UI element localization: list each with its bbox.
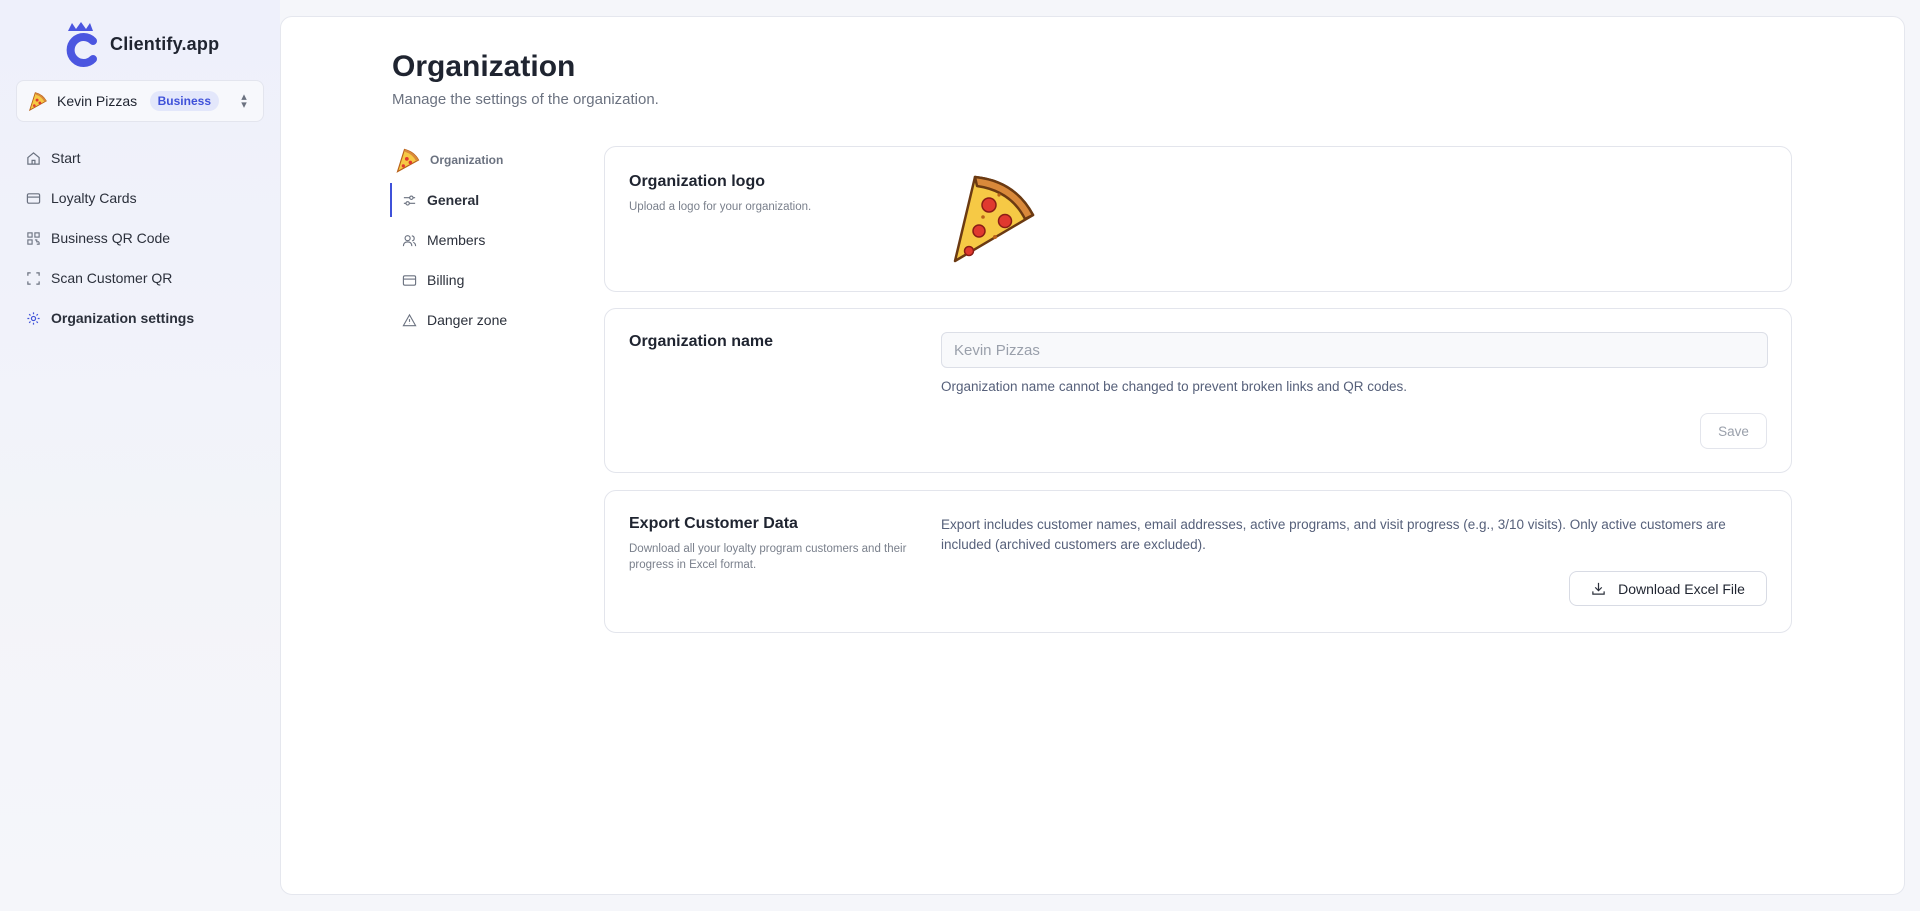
sidebar-item-label: Scan Customer QR — [51, 270, 173, 286]
pizza-icon — [28, 92, 47, 112]
sidebar-item-organization-settings[interactable]: Organization settings — [16, 298, 264, 338]
organization-name-hint: Organization name cannot be changed to p… — [941, 379, 1408, 394]
organization-logo-image[interactable] — [945, 171, 1041, 267]
organization-logo-card: Organization logo Upload a logo for your… — [604, 146, 1792, 292]
org-name: Kevin Pizzas — [57, 93, 138, 109]
card-title: Organization logo — [629, 173, 765, 190]
brand[interactable]: Clientify.app — [16, 0, 264, 88]
card-description: Upload a logo for your organization. — [629, 201, 812, 213]
brand-logo-icon — [66, 22, 97, 67]
sidebar-item-start[interactable]: Start — [16, 138, 264, 178]
download-excel-button[interactable]: Download Excel File — [1569, 571, 1767, 606]
tab-members[interactable]: Members — [390, 223, 570, 257]
save-button[interactable]: Save — [1700, 413, 1767, 449]
page-subtitle: Manage the settings of the organization. — [392, 91, 659, 108]
download-icon — [1592, 582, 1605, 595]
sidebar-item-label: Loyalty Cards — [51, 190, 137, 206]
plan-badge: Business — [149, 91, 219, 111]
subnav-header-label: Organization — [430, 153, 504, 167]
sidebar-item-label: Organization settings — [51, 310, 195, 326]
tab-billing[interactable]: Billing — [390, 263, 570, 297]
card-title: Export Customer Data — [629, 515, 798, 532]
pizza-icon — [396, 148, 420, 173]
page-title: Organization — [392, 50, 576, 83]
home-icon — [27, 151, 40, 165]
brand-name: Clientify.app — [110, 33, 220, 54]
org-switcher[interactable]: Kevin Pizzas Business ▴ ▾ — [16, 80, 264, 122]
subnav-header: Organization — [390, 143, 570, 177]
scan-icon — [27, 271, 40, 285]
card-icon — [26, 192, 41, 204]
tab-general[interactable]: General — [390, 183, 570, 217]
users-icon — [402, 234, 417, 246]
settings-subnav: Organization General Members Billing Dan… — [390, 143, 570, 337]
main-panel: Organization Manage the settings of the … — [280, 16, 1905, 895]
chevron-up-down-icon: ▴ ▾ — [241, 91, 247, 111]
sidebar-nav: Start Loyalty Cards Business QR Code Sca… — [16, 138, 264, 338]
sidebar-item-label: Start — [51, 150, 81, 166]
sidebar-item-loyalty-cards[interactable]: Loyalty Cards — [16, 178, 264, 218]
gear-icon — [27, 311, 40, 325]
organization-name-input[interactable] — [941, 332, 1768, 368]
subnav-item-label: General — [427, 192, 480, 208]
export-customer-data-card: Export Customer Data Download all your l… — [604, 490, 1792, 633]
sidebar-item-scan-qr[interactable]: Scan Customer QR — [16, 258, 264, 298]
sidebar: Clientify.app Kevin Pizzas Business ▴ ▾ S… — [0, 0, 280, 911]
sliders-icon — [403, 194, 416, 206]
subnav-item-label: Danger zone — [427, 312, 508, 328]
warning-icon — [402, 313, 417, 326]
subnav-item-label: Members — [427, 232, 486, 248]
sidebar-item-label: Business QR Code — [51, 230, 171, 246]
export-description: Export includes customer names, email ad… — [941, 517, 1726, 552]
qr-icon — [27, 231, 40, 245]
card-description: Download all your loyalty program custom… — [629, 543, 907, 571]
card-title: Organization name — [629, 333, 774, 350]
download-button-label: Download Excel File — [1618, 580, 1745, 597]
sidebar-item-business-qr[interactable]: Business QR Code — [16, 218, 264, 258]
tab-danger-zone[interactable]: Danger zone — [390, 303, 570, 337]
organization-name-card: Organization name Organization name cann… — [604, 308, 1792, 473]
credit-card-icon — [402, 274, 417, 286]
subnav-item-label: Billing — [427, 272, 465, 288]
